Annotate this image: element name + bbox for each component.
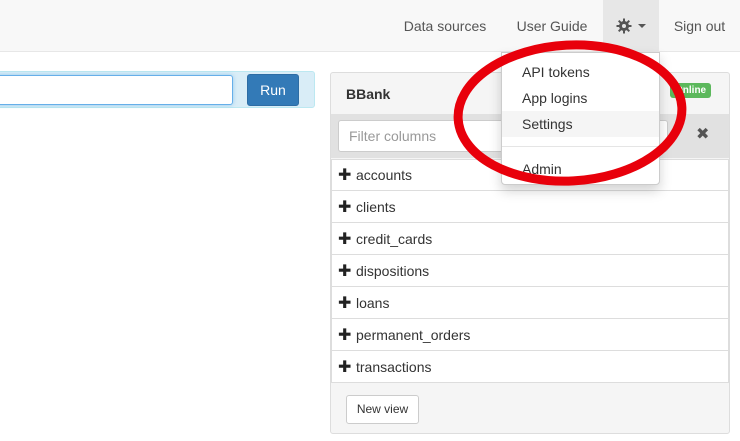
- database-title: BBank: [346, 86, 391, 102]
- table-name: clients: [356, 198, 396, 215]
- table-row[interactable]: ✚ clients: [331, 191, 729, 223]
- plus-icon: ✚: [338, 230, 352, 248]
- query-panel: Run: [0, 71, 315, 108]
- gear-icon: [616, 18, 632, 33]
- sign-out-link[interactable]: Sign out: [659, 0, 740, 51]
- table-row[interactable]: ✚ credit_cards: [331, 223, 729, 255]
- table-row[interactable]: ✚ loans: [331, 287, 729, 319]
- table-name: credit_cards: [356, 230, 433, 247]
- plus-icon: ✚: [338, 167, 352, 184]
- table-list: ✚ accounts ✚ clients ✚ credit_cards ✚ dispos…: [331, 159, 729, 383]
- run-button[interactable]: Run: [247, 74, 299, 106]
- menu-item-settings[interactable]: Settings: [502, 111, 659, 137]
- menu-divider: [502, 146, 659, 147]
- plus-icon: ✚: [338, 326, 352, 344]
- plus-icon: ✚: [338, 262, 352, 280]
- query-input[interactable]: [0, 75, 233, 105]
- plus-icon: ✚: [338, 198, 352, 216]
- table-name: permanent_orders: [356, 326, 471, 343]
- settings-dropdown-toggle[interactable]: [603, 0, 659, 51]
- menu-item-admin[interactable]: Admin: [502, 156, 659, 182]
- plus-icon: ✚: [338, 358, 352, 376]
- nav-data-sources-link[interactable]: Data sources: [389, 0, 501, 51]
- plus-icon: ✚: [338, 294, 352, 312]
- menu-item-api-tokens[interactable]: API tokens: [502, 59, 659, 85]
- new-view-button[interactable]: New view: [346, 395, 419, 424]
- close-icon[interactable]: ✖: [696, 124, 709, 144]
- menu-item-app-logins[interactable]: App logins: [502, 85, 659, 111]
- table-row[interactable]: ✚ permanent_orders: [331, 319, 729, 351]
- table-row[interactable]: ✚ dispositions: [331, 255, 729, 287]
- table-name: dispositions: [356, 262, 430, 279]
- nav-user-guide-link[interactable]: User Guide: [501, 0, 603, 51]
- status-badge: Online: [670, 83, 712, 98]
- table-name: loans: [356, 294, 390, 311]
- table-name: transactions: [356, 358, 432, 375]
- table-name: accounts: [356, 167, 413, 183]
- settings-dropdown-menu: API tokens App logins Settings Admin: [501, 52, 660, 185]
- top-navbar: Data sources User Guide Sign out: [0, 0, 740, 52]
- caret-down-icon: [638, 23, 646, 28]
- table-row[interactable]: ✚ transactions: [331, 351, 729, 383]
